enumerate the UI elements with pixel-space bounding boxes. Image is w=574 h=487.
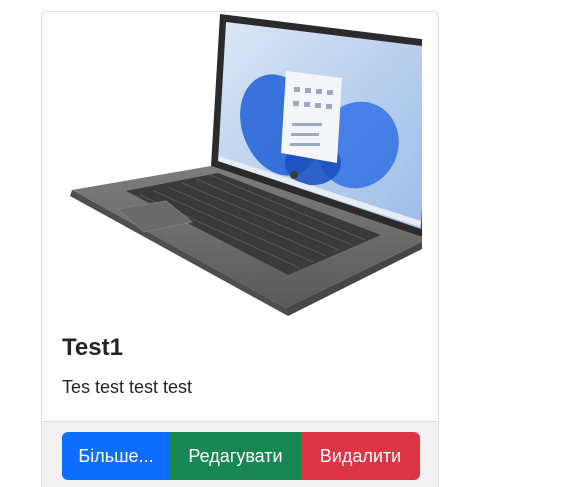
product-image [70, 14, 422, 316]
card-title: Test1 [62, 334, 123, 361]
more-button[interactable]: Більше... [62, 432, 170, 480]
product-card: Test1 Tes test test test Більше... Редаг… [41, 11, 439, 487]
delete-button[interactable]: Видалити [301, 432, 420, 480]
card-description: Tes test test test [62, 377, 193, 397]
action-button-group: Більше... Редагувати Видалити [62, 432, 420, 480]
card-footer: Більше... Редагувати Видалити [42, 421, 438, 487]
edit-button[interactable]: Редагувати [170, 432, 301, 480]
